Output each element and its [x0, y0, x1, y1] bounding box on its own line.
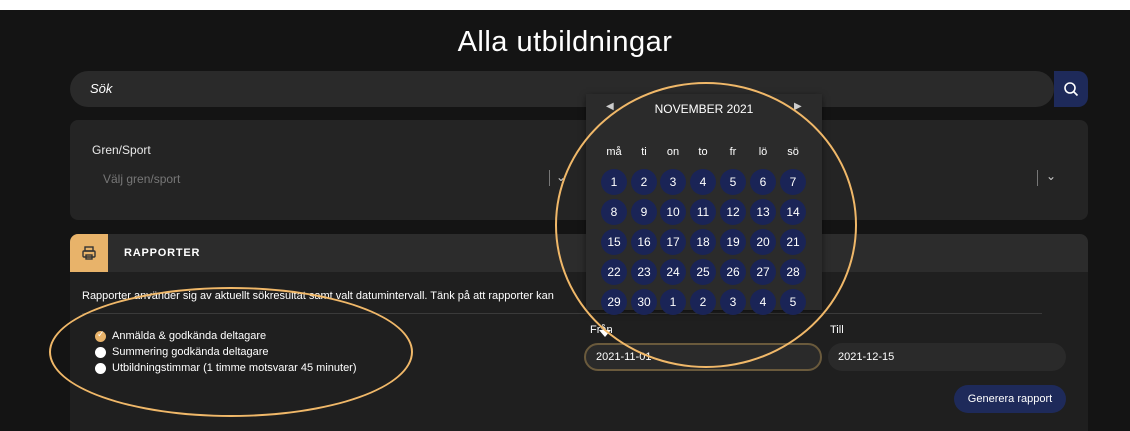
search-icon	[1064, 82, 1079, 97]
chevron-down-icon[interactable]: ⌄	[1046, 169, 1056, 183]
reports-icon-box	[70, 234, 108, 272]
reports-title: RAPPORTER	[124, 247, 201, 259]
report-option-registered[interactable]: Anmälda & godkända deltagare	[95, 329, 267, 342]
chevron-down-icon[interactable]: ⌄	[556, 170, 566, 184]
calendar-day[interactable]: 10	[660, 199, 686, 225]
calendar-day[interactable]: 1	[660, 289, 686, 315]
search-button[interactable]	[1054, 71, 1088, 107]
report-option-label: Summering godkända deltagare	[112, 346, 269, 358]
reports-description: Rapporter använder sig av aktuellt sökre…	[82, 290, 554, 302]
calendar-day[interactable]: 27	[750, 259, 776, 285]
calendar-day[interactable]: 28	[780, 259, 806, 285]
calendar-day[interactable]: 15	[601, 229, 627, 255]
calendar-weekday: on	[666, 146, 680, 158]
calendar-day[interactable]: 8	[601, 199, 627, 225]
calendar-day[interactable]: 17	[660, 229, 686, 255]
calendar-day[interactable]: 11	[690, 199, 716, 225]
calendar-weekday: ti	[641, 146, 647, 158]
calendar-day[interactable]: 25	[690, 259, 716, 285]
calendar-day[interactable]: 9	[631, 199, 657, 225]
calendar-day[interactable]: 16	[631, 229, 657, 255]
calendar-day[interactable]: 1	[601, 169, 627, 195]
calendar-day[interactable]: 5	[780, 289, 806, 315]
calendar-day[interactable]: 21	[780, 229, 806, 255]
calendar-day[interactable]: 26	[720, 259, 746, 285]
calendar-day[interactable]: 4	[690, 169, 716, 195]
calendar-day[interactable]: 24	[660, 259, 686, 285]
search-bar[interactable]: Sök	[70, 71, 1054, 107]
radio[interactable]	[95, 346, 106, 358]
printer-icon	[82, 246, 96, 260]
sport-label: Gren/Sport	[92, 143, 151, 157]
radio-checked[interactable]	[95, 329, 106, 342]
calendar-day[interactable]: 6	[750, 169, 776, 195]
divider	[82, 313, 1042, 314]
app-screen: Alla utbildningar Sök Gren/Sport Välj gr…	[0, 10, 1130, 431]
filter-panel	[70, 120, 1088, 220]
calendar-day[interactable]: 20	[750, 229, 776, 255]
calendar-day[interactable]: 13	[750, 199, 776, 225]
search-input[interactable]: Sök	[90, 71, 112, 107]
calendar-day[interactable]: 18	[690, 229, 716, 255]
calendar-day[interactable]: 7	[780, 169, 806, 195]
calendar-weekday: må	[606, 146, 622, 158]
report-option-label: Anmälda & godkända deltagare	[112, 330, 267, 342]
calendar-day[interactable]: 4	[750, 289, 776, 315]
calendar-day[interactable]: 14	[780, 199, 806, 225]
calendar-day[interactable]: 29	[601, 289, 627, 315]
calendar-month: NOVEMBER 2021	[654, 102, 754, 116]
calendar-weekday: fr	[729, 146, 737, 158]
chevron-right-icon[interactable]: ▶	[794, 101, 802, 112]
report-option-hours[interactable]: Utbildningstimmar (1 timme motsvarar 45 …	[95, 362, 357, 374]
calendar-weekday: lö	[758, 146, 768, 158]
page-title: Alla utbildningar	[457, 26, 673, 58]
report-option-label: Utbildningstimmar (1 timme motsvarar 45 …	[112, 362, 357, 374]
calendar-day[interactable]: 2	[690, 289, 716, 315]
generate-report-button[interactable]: Generera rapport	[954, 385, 1066, 413]
from-date-input[interactable]: 2021-11-01	[584, 343, 822, 371]
calendar-weekday: sö	[787, 146, 799, 158]
calendar-day[interactable]: 19	[720, 229, 746, 255]
radio[interactable]	[95, 362, 106, 374]
calendar-day[interactable]: 23	[631, 259, 657, 285]
calendar-day[interactable]: 5	[720, 169, 746, 195]
calendar-day[interactable]: 2	[631, 169, 657, 195]
to-date-input[interactable]: 2021-12-15	[828, 343, 1066, 371]
select-separator	[549, 170, 550, 186]
sport-select[interactable]: Välj gren/sport	[103, 172, 180, 186]
calendar-day[interactable]: 22	[601, 259, 627, 285]
calendar-day[interactable]: 30	[631, 289, 657, 315]
report-option-summary[interactable]: Summering godkända deltagare	[95, 346, 269, 358]
calendar-pointer	[599, 330, 611, 337]
calendar-weekday: to	[698, 146, 708, 158]
calendar-day[interactable]: 12	[720, 199, 746, 225]
reports-header[interactable]	[70, 234, 1088, 272]
calendar-day[interactable]: 3	[660, 169, 686, 195]
to-label: Till	[830, 324, 844, 336]
calendar-day[interactable]: 3	[720, 289, 746, 315]
select-separator	[1037, 170, 1038, 186]
